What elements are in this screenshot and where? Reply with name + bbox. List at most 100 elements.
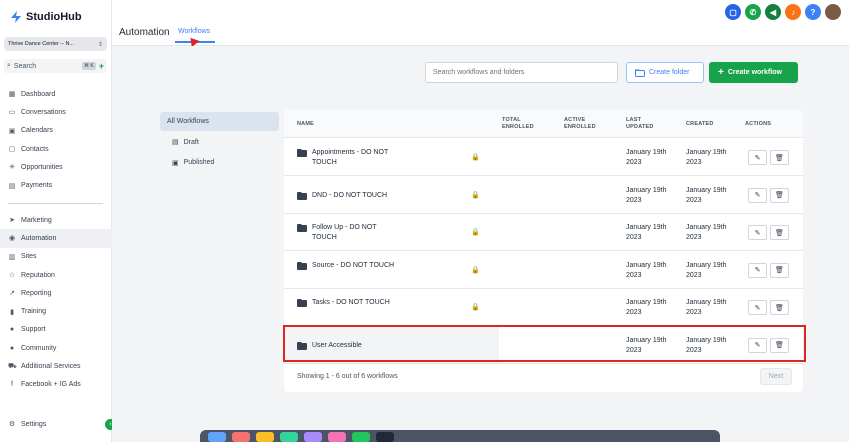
edit-button[interactable]: ✎ (748, 262, 767, 278)
workflow-folder-name[interactable]: Tasks - DO NOT TOUCH (297, 298, 397, 308)
dock-app-icon[interactable] (328, 432, 346, 442)
dock-app-icon[interactable] (304, 432, 322, 442)
search-icon: ⌕ (7, 62, 11, 69)
sidebar-item-dashboard[interactable]: ▦ Dashboard (0, 85, 112, 103)
dock-app-icon[interactable] (376, 432, 394, 442)
sidebar-search[interactable]: ⌕ Search ⌘ K + (4, 59, 107, 73)
sidebar-item-calendars[interactable]: ▣ Calendars (0, 122, 112, 140)
sidebar-item-label: Support (21, 326, 46, 334)
dock-app-icon[interactable] (280, 432, 298, 442)
edit-button[interactable]: ✎ (748, 225, 767, 240)
workflow-folder-name[interactable]: Appointments - DO NOT TOUCH (297, 148, 397, 168)
filter-all-workflows[interactable]: All Workflows (160, 112, 279, 131)
table-row[interactable]: Follow Up - DO NOT TOUCH 🔒 January 19th … (284, 214, 803, 251)
created-cell: January 19th 2023 (686, 186, 727, 204)
sidebar-item-reporting[interactable]: ↗ Reporting (0, 284, 112, 302)
sidebar-item-sites[interactable]: ▥ Sites (0, 248, 112, 266)
create-folder-button[interactable]: Create folder (626, 62, 704, 83)
col-last-updated[interactable]: LAST UPDATED (626, 117, 654, 131)
col-created[interactable]: CREATED (686, 121, 714, 128)
highlight-box (283, 325, 806, 362)
edit-button[interactable]: ✎ (748, 187, 767, 203)
folder-label: Source - DO NOT TOUCH (312, 261, 395, 269)
delete-button[interactable]: 🗑 (770, 187, 789, 203)
trash-icon: 🗑 (775, 304, 784, 312)
col-active-enrolled[interactable]: ACTIVE ENROLLED (564, 117, 596, 131)
table-row[interactable]: DND - DO NOT TOUCH 🔒 January 19th 2023 J… (284, 177, 803, 214)
app-logo[interactable]: StudioHub (10, 10, 82, 24)
quick-add-icon[interactable]: + (99, 61, 104, 71)
sidebar-item-label: Contacts (21, 145, 49, 153)
help-icon[interactable]: ? (805, 4, 821, 20)
table-row[interactable]: Appointments - DO NOT TOUCH 🔒 January 19… (284, 139, 803, 176)
filter-published[interactable]: ▣ Published (160, 153, 279, 172)
search-placeholder: Search workflows and folders (433, 69, 525, 76)
create-workflow-button[interactable]: + Create workflow (709, 62, 798, 83)
sidebar-item-contacts[interactable]: ▢ Contacts (0, 140, 112, 158)
support-icon: ● (9, 326, 15, 334)
sidebar-item-automation[interactable]: ◉ Automation (0, 229, 112, 248)
workflow-search-input[interactable]: Search workflows and folders (425, 62, 618, 83)
dock-app-icon[interactable] (232, 432, 250, 442)
chat-icon[interactable]: ▢ (725, 4, 741, 20)
sidebar-item-additional-services[interactable]: ⛟ Additional Services (0, 357, 112, 375)
sidebar-item-label: Reputation (21, 271, 55, 279)
dock-app-icon[interactable] (352, 432, 370, 442)
workflow-folder-name[interactable]: DND - DO NOT TOUCH (297, 191, 397, 201)
settings-label: Settings (21, 420, 47, 428)
filter-published-label: Published (183, 159, 215, 166)
created-cell: January 19th 2023 (686, 299, 727, 316)
table-row[interactable]: Tasks - DO NOT TOUCH 🔒 January 19th 2023… (284, 289, 803, 326)
col-total-line1: TOTAL (502, 117, 521, 123)
sidebar-item-opportunities[interactable]: ✳ Opportunities (0, 158, 112, 176)
dock-app-icon[interactable] (256, 432, 274, 442)
edit-button[interactable]: ✎ (748, 300, 767, 315)
dock-app-icon[interactable] (208, 432, 226, 442)
created-cell: January 19th 2023 (686, 149, 727, 166)
sidebar-item-community[interactable]: ● Community (0, 339, 112, 357)
workflow-folder-name[interactable]: Follow Up - DO NOT TOUCH (297, 223, 397, 243)
sidebar-item-label: Facebook + IG Ads (21, 381, 81, 389)
facebook-icon: f (11, 381, 13, 389)
col-name[interactable]: NAME (297, 121, 314, 128)
sidebar-item-conversations[interactable]: ▭ Conversations (0, 103, 112, 121)
edit-button[interactable]: ✎ (748, 150, 767, 165)
filter-all-label: All Workflows (167, 118, 209, 125)
sidebar-item-settings[interactable]: ⚙ Settings (0, 415, 112, 433)
account-switcher[interactable]: Thrive Dance Center -- N... ⇕ (4, 37, 107, 51)
lock-icon: 🔒 (471, 304, 480, 311)
logo-icon (11, 11, 21, 23)
col-total-enrolled[interactable]: TOTAL ENROLLED (502, 117, 534, 131)
filter-draft[interactable]: ▤ Draft (160, 133, 279, 152)
bell-icon[interactable]: ♪ (785, 4, 801, 20)
sidebar-item-payments[interactable]: ▤ Payments (0, 176, 112, 194)
trash-icon: 🗑 (775, 229, 784, 237)
sidebar-item-marketing[interactable]: ➤ Marketing (0, 211, 112, 229)
nav-bottom: ➤ Marketing ◉ Automation ▥ Sites ☆ Reputation ↗ R… (0, 211, 112, 394)
folder-label: Follow Up - DO NOT TOUCH (312, 224, 377, 241)
delete-button[interactable]: 🗑 (770, 300, 789, 315)
table-row[interactable]: Source - DO NOT TOUCH 🔒 January 19th 202… (284, 252, 803, 289)
delete-button[interactable]: 🗑 (770, 262, 789, 278)
next-page-button[interactable]: Next (760, 368, 792, 385)
sidebar-item-facebook-ig-ads[interactable]: f Facebook + IG Ads (0, 376, 112, 394)
delete-button[interactable]: 🗑 (770, 225, 789, 240)
sidebar-item-reputation[interactable]: ☆ Reputation (0, 266, 112, 284)
opportunities-icon: ✳ (9, 164, 15, 172)
sidebar-item-support[interactable]: ● Support (0, 321, 112, 339)
page-title: Automation (119, 27, 170, 38)
user-avatar[interactable] (825, 4, 841, 20)
col-updated-line2: UPDATED (626, 124, 654, 130)
delete-button[interactable]: 🗑 (770, 150, 789, 165)
sidebar-item-label: Additional Services (21, 363, 81, 371)
col-total-line2: ENROLLED (502, 124, 534, 130)
col-active-line1: ACTIVE (564, 117, 586, 123)
sidebar-item-label: Sites (21, 253, 37, 261)
sidebar-item-training[interactable]: ▮ Training (0, 302, 112, 320)
created-cell: January 19th 2023 (686, 261, 727, 279)
nav-top: ▦ Dashboard ▭ Conversations ▣ Calendars ▢ Conta… (0, 85, 112, 195)
phone-icon[interactable]: ✆ (745, 4, 761, 20)
megaphone-icon[interactable]: ◀ (765, 4, 781, 20)
main-content: Search workflows and folders Create fold… (112, 46, 849, 442)
workflow-folder-name[interactable]: Source - DO NOT TOUCH (297, 261, 397, 271)
